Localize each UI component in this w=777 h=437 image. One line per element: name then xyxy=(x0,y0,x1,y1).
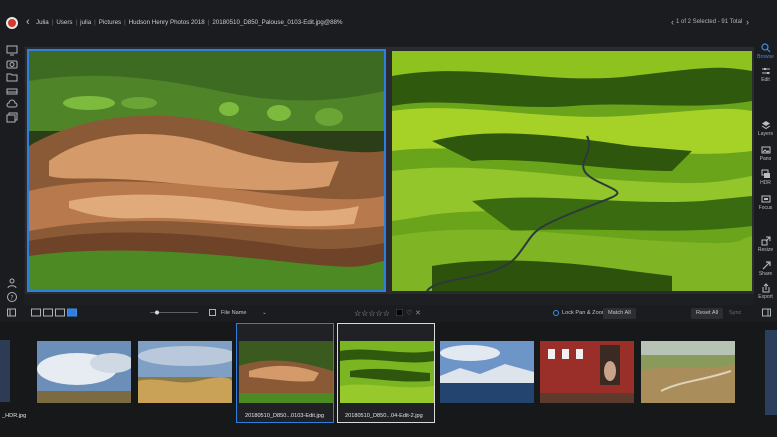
chevron-down-icon: ⌄ xyxy=(262,310,267,316)
help-icon[interactable]: ? xyxy=(6,290,18,302)
previous-image-icon[interactable]: ‹ xyxy=(671,17,674,27)
filmstrip-thumbnail[interactable] xyxy=(540,341,634,403)
cloud-icon[interactable] xyxy=(6,97,18,109)
pano-icon xyxy=(761,146,770,154)
tool-label: Share xyxy=(758,271,773,277)
filmstrip-thumbnail[interactable] xyxy=(138,341,232,403)
lock-pan-zoom-radio[interactable] xyxy=(553,305,559,322)
albums-icon[interactable] xyxy=(6,111,18,123)
grid-view-icon xyxy=(31,308,41,317)
tool-pano[interactable]: Pano xyxy=(754,145,777,162)
breadcrumb-item[interactable]: Hudson Henry Photos 2018 xyxy=(129,19,205,26)
breadcrumb: Julia | Users | julia | Pictures | Hudson He… xyxy=(36,19,343,26)
breadcrumb-item[interactable]: Pictures xyxy=(99,19,121,26)
browse-icon xyxy=(760,43,770,53)
color-label-swatch[interactable] xyxy=(395,305,404,322)
filmstrip-thumbnail[interactable] xyxy=(340,341,434,403)
breadcrumb-separator: | xyxy=(94,19,96,26)
breadcrumb-item[interactable]: Julia xyxy=(36,19,49,26)
monitor-icon[interactable] xyxy=(6,43,18,56)
tool-share[interactable]: Share xyxy=(754,260,777,277)
tool-label: Browse xyxy=(757,54,774,60)
detail-view-icon xyxy=(55,308,65,317)
reject-icon[interactable]: ✕ xyxy=(415,305,421,322)
filmstrip-thumbnail[interactable] xyxy=(765,330,777,415)
tool-label: Export xyxy=(758,294,773,300)
filmstrip-caption: 20180510_D850...04-Edit-2.jpg xyxy=(345,413,423,419)
breadcrumb-item[interactable]: Users xyxy=(56,19,72,26)
person-icon[interactable] xyxy=(6,276,18,289)
breadcrumb-separator: | xyxy=(124,19,126,26)
resize-icon xyxy=(761,236,770,246)
tool-label: Focus xyxy=(758,205,773,211)
filmstrip-caption: _HDR.jpg xyxy=(2,413,27,419)
panel-right-toggle-icon[interactable] xyxy=(762,305,771,322)
star-rating[interactable]: ☆☆☆☆☆ xyxy=(354,305,390,322)
hdr-icon xyxy=(761,169,770,178)
tool-label: Edit xyxy=(761,77,770,83)
breadcrumb-item[interactable]: julia xyxy=(80,19,91,26)
sync-button[interactable]: Sync xyxy=(729,305,741,322)
back-arrow-icon[interactable]: ‹ xyxy=(26,16,30,28)
bottom-toolbar: File Name ⌄ ☆☆☆☆☆ ♡ ✕ Lock Pan & Zoom Ma… xyxy=(0,305,777,322)
tool-focus[interactable]: Focus xyxy=(754,194,777,211)
drive-icon[interactable] xyxy=(6,84,18,96)
breadcrumb-separator: | xyxy=(207,19,210,26)
tool-resize[interactable]: Resize xyxy=(754,236,777,253)
match-all-button[interactable]: Match All xyxy=(603,308,636,319)
filmstrip-thumbnail[interactable] xyxy=(37,341,131,403)
sort-label: File Name xyxy=(221,310,247,316)
sliders-icon xyxy=(761,68,770,74)
breadcrumb-separator: | xyxy=(75,19,78,26)
secondary-photo-preview[interactable] xyxy=(392,51,752,291)
app-logo-icon[interactable] xyxy=(6,17,18,29)
filmstrip-thumbnail[interactable] xyxy=(641,341,735,403)
reset-all-button[interactable]: Reset All xyxy=(691,308,724,319)
filmstrip-thumbnail[interactable] xyxy=(239,341,333,403)
compare-view-icon xyxy=(67,308,77,317)
filmstrip-view-icon xyxy=(43,308,53,317)
tool-label: HDR xyxy=(760,180,771,186)
tool-label: Resize xyxy=(757,247,774,253)
panel-toggle-icon[interactable] xyxy=(7,305,16,322)
primary-photo-preview[interactable] xyxy=(27,49,386,292)
thumbnail-size-slider[interactable] xyxy=(148,305,200,322)
tool-browse[interactable]: Browse xyxy=(754,43,777,60)
camera-icon[interactable] xyxy=(6,57,18,69)
tool-export[interactable]: Export xyxy=(754,283,777,300)
tool-edit[interactable]: Edit xyxy=(754,66,777,83)
lock-pan-zoom-label[interactable]: Lock Pan & Zoom xyxy=(562,305,606,322)
filmstrip-caption: 20180510_D850...0103-Edit.jpg xyxy=(245,413,324,419)
sort-checkbox[interactable] xyxy=(209,305,216,322)
svg-text:?: ? xyxy=(10,295,13,302)
filmstrip-thumbnail[interactable] xyxy=(0,340,10,402)
tool-hdr[interactable]: HDR xyxy=(754,169,777,186)
selection-count: 1 of 2 Selected - 91 Total xyxy=(676,19,743,25)
next-image-icon[interactable]: › xyxy=(746,17,749,27)
right-tools-panel: Browse Edit Layers Pano HDR Focus Resize… xyxy=(754,36,777,308)
breadcrumb-current-file: 20180510_D850_Palouse_0103-Edit.jpg@88% xyxy=(212,19,343,26)
folder-icon[interactable] xyxy=(6,70,18,82)
left-sidebar: ? xyxy=(0,40,24,305)
view-mode-switcher xyxy=(31,305,77,322)
heart-icon[interactable]: ♡ xyxy=(406,305,412,322)
tool-label: Pano xyxy=(759,156,772,162)
share-icon xyxy=(762,261,771,270)
focus-icon xyxy=(761,195,770,203)
export-icon xyxy=(762,283,769,293)
tool-label: Layers xyxy=(757,131,773,137)
layers-icon xyxy=(761,121,770,130)
tool-layers[interactable]: Layers xyxy=(754,120,777,137)
filmstrip-thumbnail[interactable] xyxy=(440,341,534,403)
sort-by-dropdown[interactable]: File Name ⌄ xyxy=(221,305,267,322)
breadcrumb-separator: | xyxy=(51,19,54,26)
